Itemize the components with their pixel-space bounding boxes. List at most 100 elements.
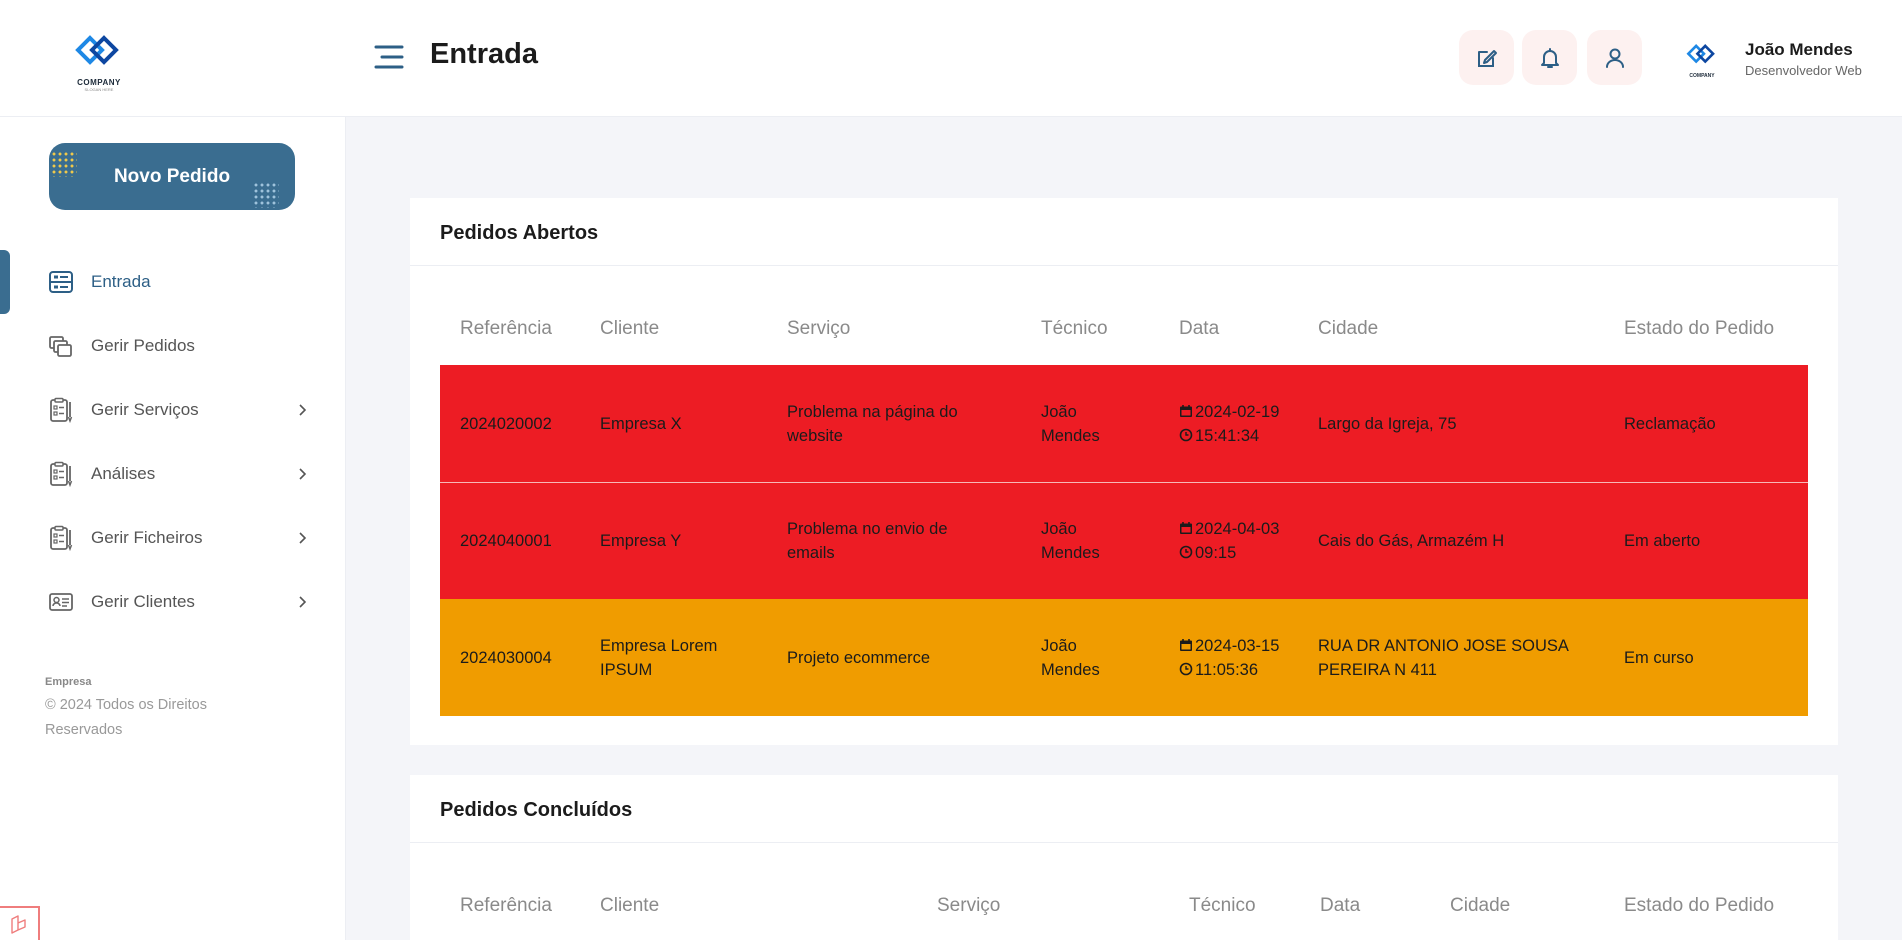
column-header[interactable]: Estado do Pedido	[1624, 895, 1774, 917]
open-orders-card: Pedidos Abertos Referência Cliente Servi…	[410, 198, 1838, 745]
table-row[interactable]: 2024030004 Empresa Lorem IPSUM Projeto e…	[440, 599, 1808, 716]
page-title: Entrada	[430, 38, 538, 70]
calendar-icon	[1180, 404, 1192, 417]
cell-date: 2024-03-15 11:05:36	[1179, 634, 1299, 682]
profile-avatar[interactable]: COMPANY	[1683, 42, 1721, 79]
closed-orders-card: Pedidos Concluídos Referência Cliente Se…	[410, 775, 1838, 940]
clock-icon	[1179, 662, 1193, 675]
edit-icon	[1477, 49, 1497, 67]
closed-orders-title: Pedidos Concluídos	[440, 799, 633, 821]
column-header[interactable]: Data	[1320, 895, 1360, 917]
date-line: 2024-04-03	[1179, 517, 1299, 541]
time-line: 15:41:34	[1179, 424, 1299, 448]
sidebar-item-label: Gerir Ficheiros	[91, 528, 203, 547]
user-name[interactable]: João Mendes	[1745, 40, 1853, 60]
column-header[interactable]: Cliente	[600, 895, 659, 917]
sidebar-item-label: Entrada	[91, 272, 151, 291]
column-header[interactable]: Data	[1179, 318, 1219, 340]
time-value: 15:41:34	[1195, 426, 1260, 445]
cell-service: Problema no envio de emails	[787, 520, 948, 562]
sidebar-item-analises[interactable]: Análises	[0, 449, 346, 499]
dots-decoration	[253, 182, 279, 208]
chevron-right-icon	[299, 596, 307, 608]
sidebar-item-label: Gerir Serviços	[91, 400, 199, 419]
table-row[interactable]: 2024040001 Empresa Y Problema no envio d…	[440, 482, 1808, 599]
inbox-icon	[49, 271, 73, 293]
cell-reference: 2024020002	[460, 414, 552, 433]
table-row[interactable]: 2024020002 Empresa X Problema na página …	[440, 365, 1808, 482]
cell-service: Projeto ecommerce	[787, 648, 931, 667]
footer-company: Empresa	[45, 676, 92, 688]
footer-copyright: © 2024 Todos os Direitos Reservados	[45, 697, 207, 738]
cell-status: Em aberto	[1624, 532, 1701, 550]
column-header[interactable]: Técnico	[1189, 895, 1256, 917]
new-order-label: Novo Pedido	[113, 165, 231, 187]
cell-status: Em curso	[1624, 648, 1694, 667]
user-role: Desenvolvedor Web	[1745, 63, 1862, 78]
column-header[interactable]: Referência	[460, 318, 552, 340]
date-line: 2024-02-19	[1179, 400, 1299, 424]
calendar-icon	[1180, 522, 1192, 534]
cell-client: Empresa Y	[600, 532, 682, 550]
sidebar: Novo Pedido Entrada Gerir Pedidos Gerir …	[0, 117, 346, 940]
chevron-right-icon	[299, 404, 307, 416]
cell-city: Largo da Igreja, 75	[1318, 414, 1457, 433]
cell-date: 2024-02-19 15:41:34	[1179, 400, 1299, 448]
cell-client: Empresa X	[600, 414, 682, 433]
cell-reference: 2024030004	[460, 648, 552, 667]
new-order-button[interactable]: Novo Pedido	[49, 143, 295, 210]
date-value: 2024-03-15	[1195, 636, 1280, 655]
notifications-button[interactable]	[1522, 30, 1577, 85]
cell-city: Cais do Gás, Armazém H	[1318, 532, 1505, 550]
open-orders-title: Pedidos Abertos	[440, 222, 599, 244]
stack-icon	[49, 336, 72, 357]
date-value: 2024-02-19	[1195, 402, 1280, 421]
clock-icon	[1179, 545, 1193, 559]
cell-technician: João Mendes	[1041, 520, 1100, 562]
cell-technician: João Mendes	[1041, 402, 1100, 445]
time-value: 09:15	[1195, 544, 1237, 562]
sidebar-item-label: Gerir Pedidos	[91, 336, 195, 355]
clipboard-icon	[50, 525, 73, 551]
menu-toggle-icon[interactable]	[374, 44, 404, 70]
chevron-right-icon	[299, 532, 307, 544]
card-divider	[410, 842, 1838, 843]
column-header[interactable]: Cidade	[1450, 895, 1510, 917]
logo-mark-icon	[75, 35, 119, 65]
column-header[interactable]: Serviço	[787, 318, 850, 340]
time-line: 09:15	[1179, 541, 1299, 565]
debug-toolbar-icon[interactable]	[0, 906, 40, 940]
calendar-icon	[1180, 638, 1192, 651]
clipboard-icon	[50, 461, 73, 487]
cell-service: Problema na página do website	[787, 402, 958, 445]
id-card-icon	[49, 593, 73, 611]
avatar-logo-icon	[1686, 44, 1715, 64]
sidebar-item-gerir-clientes[interactable]: Gerir Clientes	[0, 577, 346, 627]
time-value: 11:05:36	[1195, 660, 1259, 679]
user-icon	[1605, 48, 1624, 68]
cell-city: RUA DR ANTONIO JOSE SOUSA PEREIRA N 411	[1318, 636, 1569, 679]
dots-decoration	[51, 151, 77, 177]
user-menu-button[interactable]	[1587, 30, 1642, 85]
column-header[interactable]: Cidade	[1318, 318, 1378, 340]
sidebar-item-label: Gerir Clientes	[91, 592, 195, 611]
column-header[interactable]: Referência	[460, 895, 552, 917]
column-header[interactable]: Cliente	[600, 318, 659, 340]
edit-button[interactable]	[1459, 30, 1514, 85]
sidebar-item-entrada[interactable]: Entrada	[0, 257, 346, 307]
column-header[interactable]: Estado do Pedido	[1624, 318, 1774, 340]
sidebar-item-gerir-pedidos[interactable]: Gerir Pedidos	[0, 321, 346, 371]
date-value: 2024-04-03	[1195, 520, 1280, 538]
company-logo[interactable]: COMPANY SLOGAN HERE	[70, 32, 128, 92]
clock-icon	[1179, 428, 1193, 441]
column-header[interactable]: Técnico	[1041, 318, 1108, 340]
date-line: 2024-03-15	[1179, 634, 1299, 658]
cell-technician: João Mendes	[1041, 636, 1100, 679]
cell-status: Reclamação	[1624, 414, 1716, 433]
top-header: COMPANY SLOGAN HERE Entrada COMPANY João…	[0, 0, 1902, 117]
sidebar-item-gerir-ficheiros[interactable]: Gerir Ficheiros	[0, 513, 346, 563]
bell-icon	[1540, 47, 1559, 68]
sidebar-item-gerir-servicos[interactable]: Gerir Serviços	[0, 385, 346, 435]
column-header[interactable]: Serviço	[937, 895, 1000, 917]
logo-text: COMPANY	[77, 78, 121, 87]
